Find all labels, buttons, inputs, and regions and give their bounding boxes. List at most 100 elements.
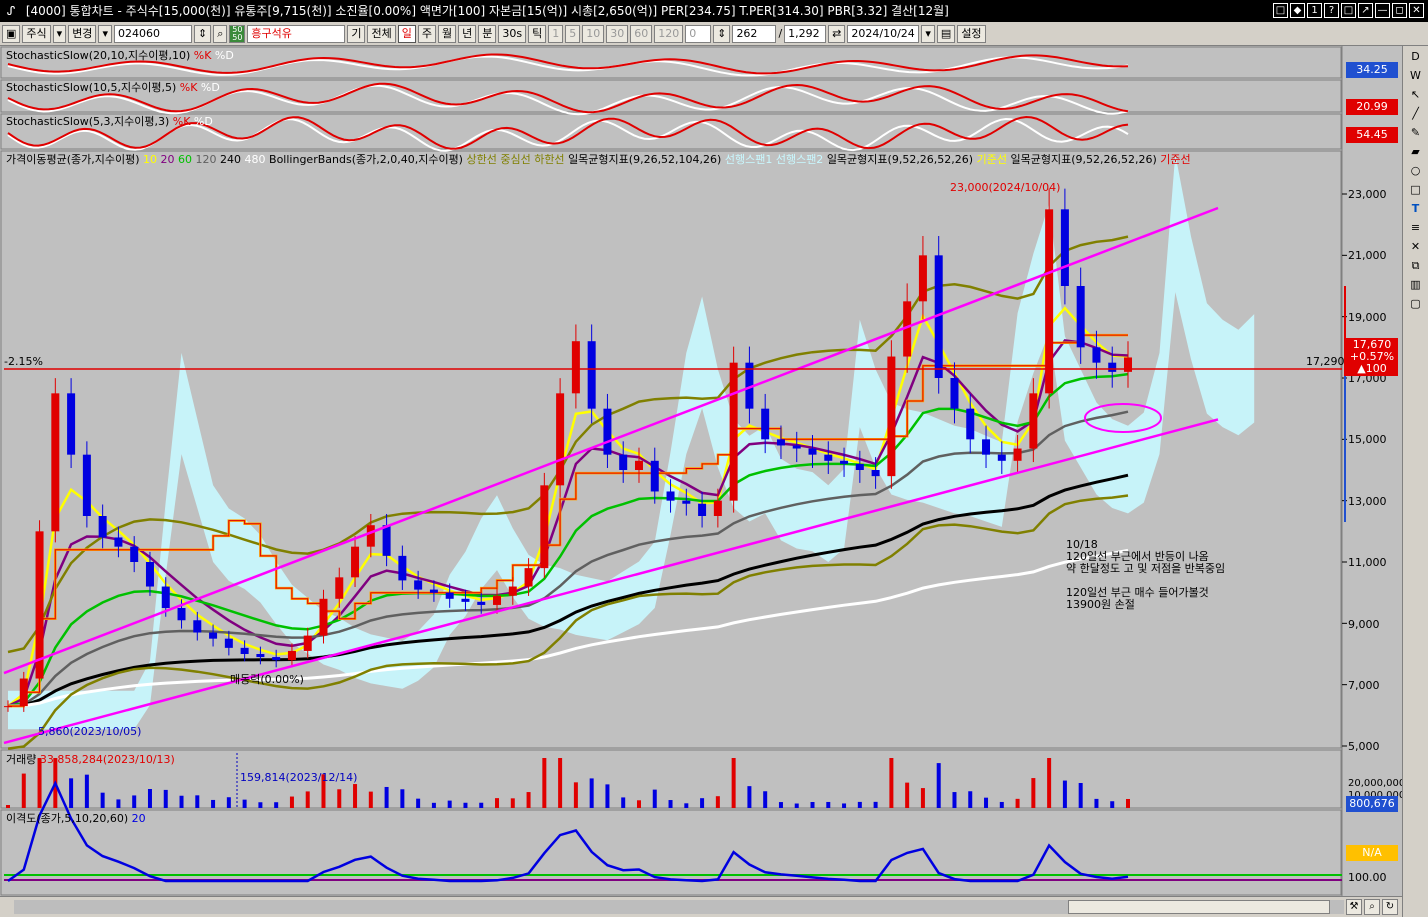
- candle-body: [98, 516, 107, 538]
- volume-bar: [1062, 780, 1067, 808]
- annotation-line: 13900원 손절: [1066, 598, 1135, 611]
- period-day-button[interactable]: 일: [397, 24, 416, 43]
- window-button-icon[interactable]: ◆: [1290, 3, 1305, 18]
- window-button-icon[interactable]: ↗: [1358, 3, 1373, 18]
- candle-body: [855, 463, 864, 470]
- period-tick-button[interactable]: 틱: [528, 24, 547, 43]
- candle-body: [1076, 286, 1085, 348]
- volume-bar: [652, 789, 657, 808]
- chart-area[interactable]: StochasticSlow(20,10,지수이평,10) %K %D Stoc…: [0, 46, 1405, 917]
- volume-bar: [337, 789, 342, 808]
- candle-body: [524, 568, 533, 587]
- volume-bar: [69, 778, 74, 808]
- volume-bar: [573, 782, 578, 808]
- candle-body: [713, 500, 722, 516]
- volume-bar: [1110, 801, 1115, 808]
- volume-bar: [715, 796, 720, 808]
- refresh-icon[interactable]: ↻: [1382, 899, 1398, 915]
- chevron-down-icon[interactable]: ▾: [98, 24, 112, 43]
- candle-body: [493, 595, 502, 605]
- volume-bar: [195, 795, 200, 808]
- minute-120-button[interactable]: 120: [654, 24, 684, 43]
- help-icon[interactable]: ?: [1324, 3, 1339, 18]
- delete-icon[interactable]: ✕: [1407, 239, 1425, 255]
- spin-input[interactable]: 0: [685, 24, 712, 43]
- spinner-icon[interactable]: ⇕: [713, 24, 731, 43]
- code-input[interactable]: 024060: [113, 24, 192, 43]
- price-tick: 23,000: [1348, 188, 1387, 201]
- pen-icon[interactable]: ✎: [1407, 125, 1425, 141]
- minute-60-button[interactable]: 60: [630, 24, 653, 43]
- gi-button[interactable]: 기: [347, 24, 366, 43]
- volume-bar: [179, 795, 184, 808]
- stoch1-value-badge: 34.25: [1346, 62, 1398, 78]
- ich3-legend: 일목균형지표(9,52,26,52,26): [1010, 153, 1157, 166]
- day-tab[interactable]: D: [1407, 49, 1425, 65]
- wrench-icon[interactable]: ⚒: [1346, 899, 1362, 915]
- fibonacci-icon[interactable]: ≡: [1407, 220, 1425, 236]
- copy-icon[interactable]: ⧉: [1407, 258, 1425, 274]
- chevron-down-icon[interactable]: ▾: [921, 24, 935, 43]
- period-30s-button[interactable]: 30s: [498, 24, 527, 43]
- ratio-badge[interactable]: 50 50: [229, 24, 246, 43]
- line-tool-icon[interactable]: ╱: [1407, 106, 1425, 122]
- close-icon[interactable]: ✕: [1409, 3, 1424, 18]
- volume-bar: [763, 791, 768, 808]
- chart-icon[interactable]: ▥: [1407, 277, 1425, 293]
- window-button-icon[interactable]: 1: [1307, 3, 1322, 18]
- total-input[interactable]: 1,292: [784, 24, 827, 43]
- volume-bar: [842, 803, 847, 808]
- cursor-icon[interactable]: ↖: [1407, 87, 1425, 103]
- count-input[interactable]: 262: [732, 24, 777, 43]
- minimize-icon[interactable]: —: [1375, 3, 1390, 18]
- period-minute-button[interactable]: 분: [478, 24, 497, 43]
- volume-bar: [636, 800, 641, 808]
- all-button[interactable]: 전체: [367, 24, 396, 43]
- volume-max-label: 33,858,284(2023/10/13): [39, 753, 175, 766]
- market-select[interactable]: 주식: [22, 24, 51, 43]
- disparity-line: [7, 780, 1129, 883]
- minute-30-button[interactable]: 30: [606, 24, 629, 43]
- minute-5-button[interactable]: 5: [565, 24, 581, 43]
- search-icon[interactable]: ⌕: [213, 24, 228, 43]
- week-tab[interactable]: W: [1407, 68, 1425, 84]
- settings-button[interactable]: 설정: [957, 24, 986, 43]
- volume-bar: [731, 758, 736, 808]
- minute-1-button[interactable]: 1: [548, 24, 564, 43]
- expand-icon[interactable]: ⇄: [828, 24, 846, 43]
- stoch2-name: StochasticSlow(10,5,지수이평,5): [6, 81, 177, 94]
- period-week-button[interactable]: 주: [417, 24, 436, 43]
- window-icon[interactable]: ▢: [1407, 296, 1425, 312]
- price-tick: 9,000: [1348, 618, 1380, 631]
- volume-bar: [905, 782, 910, 808]
- volume-bar: [526, 792, 531, 808]
- period-year-button[interactable]: 년: [458, 24, 477, 43]
- volume-bar: [1078, 783, 1083, 808]
- date-input[interactable]: 2024/10/24: [847, 24, 920, 43]
- chart-canvas[interactable]: [0, 46, 1400, 896]
- eraser-icon[interactable]: ▰: [1407, 144, 1425, 160]
- ellipse-tool-icon[interactable]: ○: [1407, 163, 1425, 179]
- misc-label: 매동력(0.00%): [230, 673, 304, 686]
- volume-bar: [558, 758, 563, 808]
- candle-body: [776, 439, 785, 446]
- rectangle-tool-icon[interactable]: □: [1407, 182, 1425, 198]
- period-month-button[interactable]: 월: [437, 24, 457, 43]
- candle-body: [67, 393, 76, 455]
- annotation-note-1: 10/18 120일선 부근에서 반등이 나옴 약 한달정도 고 및 저점을 반…: [1066, 539, 1225, 575]
- change-button[interactable]: 변경: [68, 24, 97, 43]
- text-tool-icon[interactable]: T: [1407, 201, 1425, 217]
- minute-10-button[interactable]: 10: [582, 24, 605, 43]
- scroll-thumb[interactable]: [1068, 900, 1330, 914]
- window-button-icon[interactable]: □: [1341, 3, 1356, 18]
- save-icon[interactable]: ▤: [936, 24, 956, 43]
- volume-bar: [84, 774, 89, 808]
- chevron-down-icon[interactable]: ▾: [52, 24, 67, 43]
- maximize-icon[interactable]: ◻: [1392, 3, 1407, 18]
- layout-icon[interactable]: ▣: [2, 24, 21, 43]
- zoom-icon[interactable]: ⌕: [1364, 899, 1380, 915]
- spinner-icon[interactable]: ⇕: [193, 24, 212, 43]
- window-button-icon[interactable]: □: [1273, 3, 1288, 18]
- stock-name-input[interactable]: 흥구석유: [247, 24, 346, 43]
- bottom-icons: ⚒ ⌕ ↻: [1346, 899, 1398, 915]
